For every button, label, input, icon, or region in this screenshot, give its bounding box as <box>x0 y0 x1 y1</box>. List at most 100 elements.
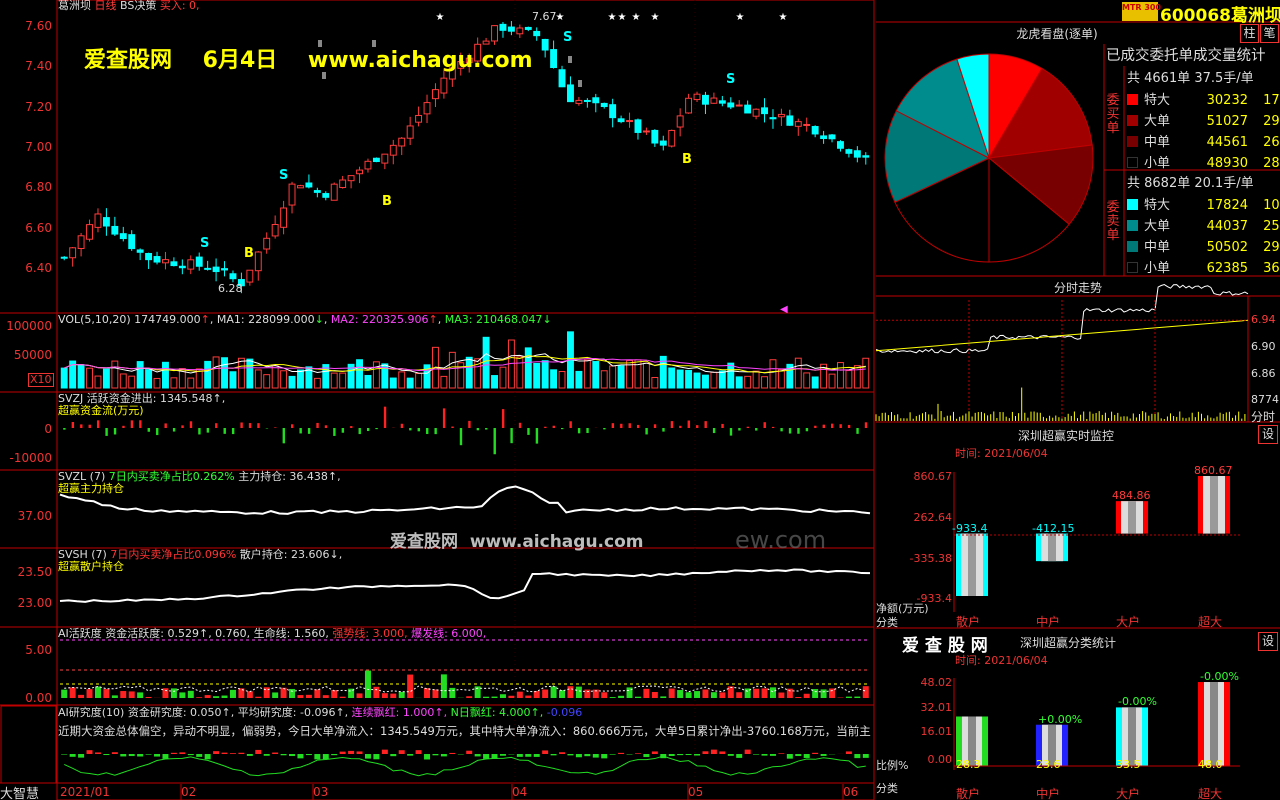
sub-y-tick: 50000 <box>13 348 52 362</box>
sub-y-tick: 0 <box>44 422 52 436</box>
svzj-bar <box>679 425 682 428</box>
research-bar <box>550 754 557 756</box>
vol-unit-badge: X10 <box>28 373 54 387</box>
monitor-time: 时间: 2021/06/04 <box>955 447 1048 460</box>
vol-ma1: MA1: 228099.000 <box>216 313 315 326</box>
research-bar <box>154 754 161 757</box>
ai-bar <box>685 692 692 698</box>
ai-bar <box>845 696 852 698</box>
research-bar <box>255 749 262 754</box>
vol-bar <box>491 375 498 389</box>
ai-bar <box>736 692 743 698</box>
svzj-panel-title: SVZJ 活跃资金进出: 1345.548↑, 超赢资金流(万元) <box>58 393 225 417</box>
svzl-panel-title: SVZL (7) 7日内买卖净占比0.262% 主力持仓: 36.438↑, 超… <box>58 471 341 495</box>
intraday-y-tick: 6.86 <box>1251 367 1276 381</box>
vol-bar <box>702 374 709 389</box>
research-bar <box>137 754 144 757</box>
research-bar <box>525 754 532 757</box>
candle-body <box>288 183 296 206</box>
ai-bar <box>78 694 85 698</box>
svzj-bar <box>535 428 539 444</box>
ai-fund: 资金活跃度: 0.529↑, 0.760, <box>105 627 251 640</box>
research-bar <box>162 754 169 759</box>
svzj-bar <box>611 423 615 428</box>
vol-bar <box>575 370 583 389</box>
research-bar <box>744 749 751 754</box>
dragon-row-pct: 28% <box>1263 156 1280 171</box>
svzl-ratio: 7日内买卖净占比0.262% <box>108 470 235 483</box>
ai-bar <box>449 687 456 698</box>
svzj-bar <box>206 428 210 433</box>
candle-body <box>229 273 237 280</box>
svzj-bar <box>156 428 159 436</box>
ai-bar <box>221 695 228 698</box>
dragon-row-label: 大单 <box>1144 114 1171 129</box>
ai-bar <box>542 689 549 698</box>
svzj-bar <box>63 428 66 430</box>
ai-bar <box>297 695 304 698</box>
research-bar <box>196 754 203 757</box>
research-bar <box>339 751 346 754</box>
period-label[interactable]: 日线 <box>95 0 117 12</box>
svzj-bar <box>746 426 750 428</box>
vol-bar <box>221 357 228 389</box>
vol-ma3: MA3: 210468.047 <box>444 313 543 326</box>
vol-bar <box>288 375 296 389</box>
legend-swatch <box>1127 136 1138 147</box>
vol-bar <box>769 359 777 389</box>
bar-view-button[interactable]: 柱 <box>1240 24 1259 43</box>
research-bar <box>238 752 245 754</box>
sub-y-tick: 23.50 <box>17 565 52 579</box>
vol-bar <box>482 336 490 389</box>
svzj-bar <box>544 426 547 428</box>
star-mark: ★ <box>736 12 745 23</box>
ai-bar <box>187 690 194 698</box>
vol-bar <box>162 361 169 389</box>
ai-bar <box>94 686 101 698</box>
x-tick-label: 06 <box>843 785 859 799</box>
vol-bar <box>330 372 338 389</box>
ai-bar <box>719 692 726 698</box>
candle-body <box>550 49 558 69</box>
legend-swatch <box>1127 241 1138 252</box>
dragon-row-value: 17824 <box>1206 198 1248 213</box>
candle-body <box>136 249 144 253</box>
candle-body <box>153 256 161 263</box>
ma1-down-icon: ↓ <box>314 313 324 326</box>
ai-bar <box>432 689 439 698</box>
research-bar <box>778 753 785 754</box>
ai-bar <box>373 686 380 698</box>
monitor-settings-button[interactable]: 设 <box>1258 425 1278 444</box>
svzj-bar <box>181 425 184 428</box>
candle-body <box>406 125 414 139</box>
research-bar <box>601 754 608 759</box>
main-chart-title: 葛洲坝 日线 BS决策 买入: 0, <box>58 0 200 12</box>
research-bar <box>78 754 85 758</box>
strategy-label: BS决策 <box>120 0 157 12</box>
ai-bar <box>710 692 717 698</box>
x-tick-label: 03 <box>313 785 329 799</box>
candle-body <box>769 117 777 120</box>
dragon-row-pct: 25% <box>1263 219 1280 234</box>
svzj-bar <box>366 428 370 432</box>
svsh-subtitle: 超赢散户持仓 <box>58 560 124 573</box>
vol-bar <box>372 361 380 389</box>
vol-bar <box>516 356 524 389</box>
star-mark: ★ <box>556 12 565 23</box>
research-summary: 近期大资金总体偏空，异动不明显，偏弱势，今日大单净流入：1345.549万元，其… <box>58 724 871 738</box>
research-bar <box>753 754 760 755</box>
candle-body <box>280 207 288 228</box>
candle-body <box>524 26 532 30</box>
class-settings-button[interactable]: 设 <box>1258 632 1278 651</box>
ai-bar <box>162 688 169 698</box>
vol-bar <box>204 360 212 389</box>
class-change-label: -0.00% <box>1200 670 1239 684</box>
svzj-bar <box>130 420 134 428</box>
vol-bar <box>440 375 448 389</box>
research-last: -0.096 <box>546 706 583 719</box>
legend-swatch <box>1127 262 1138 273</box>
research-bar <box>677 754 684 756</box>
tick-view-button[interactable]: 笔 <box>1260 24 1279 43</box>
ai-bar <box>69 687 76 698</box>
research-bar <box>61 754 68 755</box>
